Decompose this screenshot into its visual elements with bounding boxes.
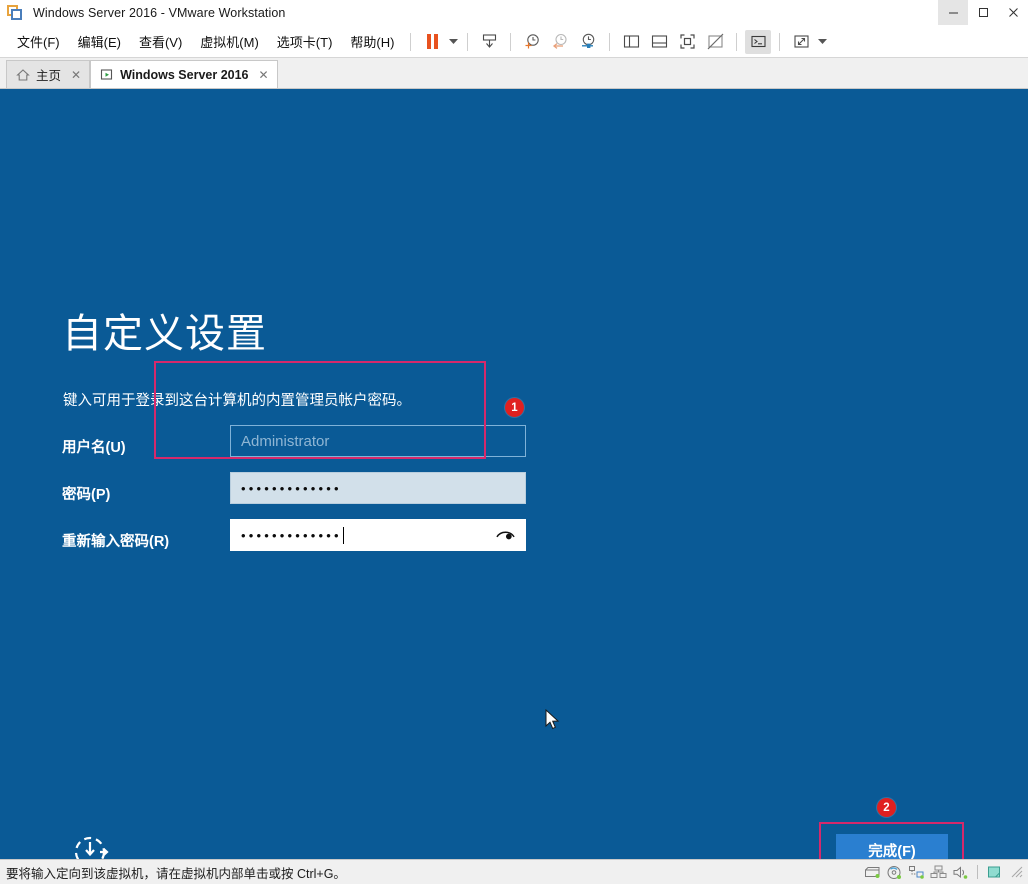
page-subtitle: 键入可用于登录到这台计算机的内置管理员帐户密码。 xyxy=(63,393,411,409)
status-divider xyxy=(977,865,978,879)
tab-bar: 主页 ✕ Windows Server 2016 ✕ xyxy=(0,58,1028,89)
close-button[interactable] xyxy=(998,0,1028,25)
window-controls xyxy=(938,0,1028,25)
printer-icon[interactable] xyxy=(986,865,1003,880)
username-label: 用户名(U) xyxy=(62,440,126,456)
text-caret xyxy=(342,526,344,544)
menu-view[interactable]: 查看(V) xyxy=(130,28,191,55)
pause-icon xyxy=(426,34,438,49)
minimize-button[interactable] xyxy=(938,0,968,25)
ease-of-access-icon[interactable] xyxy=(70,831,112,859)
snapshot-manager-button[interactable] xyxy=(476,30,502,54)
status-bar: 要将输入定向到该虚拟机，请在虚拟机内部单击或按 Ctrl+G。 xyxy=(0,859,1028,884)
status-message: 要将输入定向到该虚拟机，请在虚拟机内部单击或按 Ctrl+G。 xyxy=(6,866,346,881)
confirm-password-label: 重新输入密码(R) xyxy=(62,534,170,550)
menu-help[interactable]: 帮助(H) xyxy=(341,28,403,55)
show-library-button[interactable] xyxy=(618,30,644,54)
status-device-icons xyxy=(864,860,1024,884)
stretch-dropdown-caret[interactable] xyxy=(815,30,829,54)
tab-windows-server-2016-close-icon[interactable]: ✕ xyxy=(259,68,269,82)
usb-device-icon[interactable] xyxy=(930,865,947,880)
title-bar: Windows Server 2016 - VMware Workstation xyxy=(0,0,1028,26)
tab-windows-server-2016-label: Windows Server 2016 xyxy=(120,67,249,82)
vmware-logo-icon xyxy=(7,4,23,21)
clock-back-icon xyxy=(552,33,567,49)
close-icon xyxy=(1008,8,1018,17)
finish-button[interactable]: 完成(F) xyxy=(836,834,948,859)
sound-card-icon[interactable] xyxy=(952,865,969,880)
stretch-guest-button[interactable] xyxy=(788,30,814,54)
vm-guest-viewport[interactable]: 自定义设置 键入可用于登录到这台计算机的内置管理员帐户密码。 用户名(U) Ad… xyxy=(0,89,1028,859)
eye-icon[interactable] xyxy=(496,528,515,542)
unity-off-icon xyxy=(707,33,724,50)
menu-file[interactable]: 文件(F) xyxy=(8,28,69,55)
snapshot-icon xyxy=(482,34,497,48)
menu-bar: 文件(F) 编辑(E) 查看(V) 虚拟机(M) 选项卡(T) 帮助(H) xyxy=(0,26,1028,58)
revert-snapshot-button[interactable] xyxy=(547,30,573,54)
username-placeholder: Administrator xyxy=(241,432,330,450)
confirm-password-row: 重新输入密码(R) ••••••••••••• xyxy=(62,519,582,566)
tab-windows-server-2016[interactable]: Windows Server 2016 ✕ xyxy=(90,60,278,88)
menu-tabs[interactable]: 选项卡(T) xyxy=(268,28,342,55)
password-row: 密码(P) ••••••••••••• xyxy=(62,472,582,519)
window-title: Windows Server 2016 - VMware Workstation xyxy=(33,5,286,20)
toolbar-divider xyxy=(510,32,512,51)
maximize-button[interactable] xyxy=(968,0,998,25)
fullscreen-button[interactable] xyxy=(674,30,700,54)
toolbar-divider xyxy=(779,32,781,51)
cd-dvd-icon[interactable] xyxy=(886,865,903,880)
panel-left-icon xyxy=(623,35,640,48)
show-thumbnail-bar-button[interactable] xyxy=(646,30,672,54)
clock-gear-icon xyxy=(581,33,595,48)
confirm-password-field[interactable]: ••••••••••••• xyxy=(230,519,526,551)
toolbar-divider xyxy=(736,32,738,51)
menu-vm[interactable]: 虚拟机(M) xyxy=(191,28,268,55)
vm-running-icon xyxy=(101,68,113,80)
password-label: 密码(P) xyxy=(62,487,111,503)
fullscreen-icon xyxy=(680,34,695,49)
maximize-icon xyxy=(978,8,988,17)
power-dropdown-caret[interactable] xyxy=(446,30,460,54)
manage-snapshots-button[interactable] xyxy=(575,30,601,54)
tab-home-label: 主页 xyxy=(36,69,62,83)
network-adapter-icon[interactable] xyxy=(908,865,925,880)
page-title: 自定义设置 xyxy=(62,312,267,356)
take-snapshot-button[interactable] xyxy=(519,30,545,54)
password-value: ••••••••••••• xyxy=(241,480,342,496)
hard-disk-icon[interactable] xyxy=(864,865,881,880)
pause-vm-button[interactable] xyxy=(419,30,445,54)
console-button[interactable] xyxy=(745,29,772,54)
vmware-workstation-window: Windows Server 2016 - VMware Workstation… xyxy=(0,0,1028,884)
confirm-password-value: ••••••••••••• xyxy=(241,527,342,543)
resize-grip-icon[interactable] xyxy=(1010,865,1024,879)
toolbar-divider xyxy=(609,32,611,51)
minimize-icon xyxy=(948,12,958,14)
chevron-down-icon xyxy=(448,38,458,44)
annotation-badge-2: 2 xyxy=(877,798,896,817)
tab-home[interactable]: 主页 ✕ xyxy=(6,60,91,88)
username-field[interactable]: Administrator xyxy=(230,425,526,457)
password-field[interactable]: ••••••••••••• xyxy=(230,472,526,504)
menu-edit[interactable]: 编辑(E) xyxy=(69,28,130,55)
panel-bottom-icon xyxy=(651,35,668,48)
expand-arrows-icon xyxy=(794,35,809,48)
account-form: 用户名(U) Administrator 密码(P) •••••••••••••… xyxy=(62,425,582,566)
toolbar-divider xyxy=(410,32,412,51)
chevron-down-icon xyxy=(817,38,827,44)
home-icon xyxy=(16,68,30,81)
clock-plus-icon xyxy=(525,34,539,49)
mouse-pointer-icon xyxy=(545,709,560,730)
terminal-icon xyxy=(751,35,766,48)
username-row: 用户名(U) Administrator xyxy=(62,425,582,472)
annotation-badge-1: 1 xyxy=(505,398,524,417)
tab-home-close-icon[interactable]: ✕ xyxy=(71,68,81,82)
toolbar-divider xyxy=(467,32,469,51)
unity-mode-button[interactable] xyxy=(702,30,728,54)
